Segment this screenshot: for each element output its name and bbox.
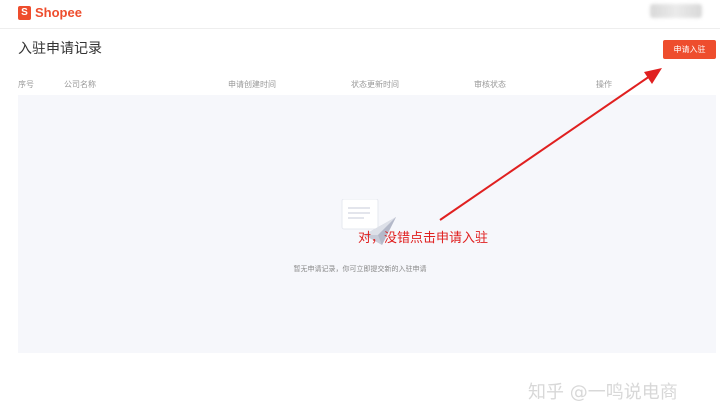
annotation-arrow xyxy=(439,68,662,221)
watermark: 知乎 @一鸣说电商 xyxy=(528,382,678,403)
